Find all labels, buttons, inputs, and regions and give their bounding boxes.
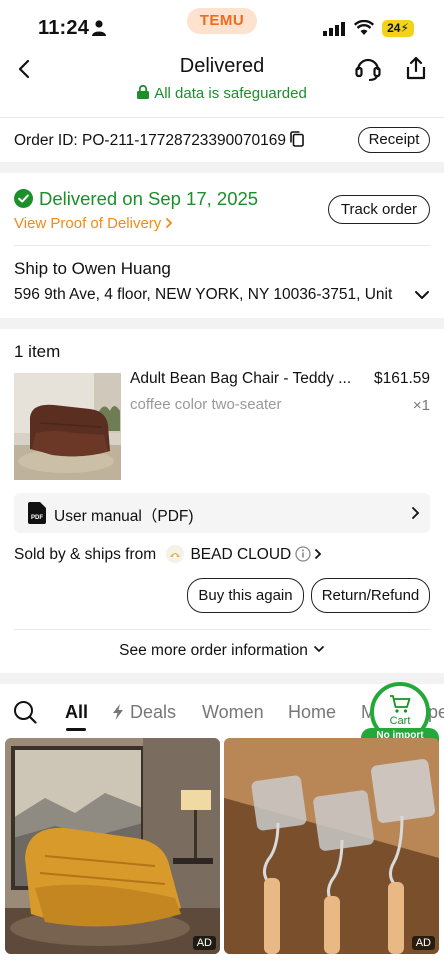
product-variant: coffee color two-seater [130, 396, 282, 413]
chevron-down-icon [313, 645, 324, 653]
chevron-right-icon [412, 507, 420, 519]
item-count: 1 item [14, 342, 61, 361]
product-card[interactable]: AD [5, 738, 220, 954]
proof-link-text: View Proof of Delivery [14, 215, 162, 232]
store-name: BEAD CLOUD [190, 546, 292, 563]
delivery-status-text: Delivered on Sep 17, 2025 [39, 188, 259, 209]
info-icon[interactable] [295, 546, 311, 562]
status-time: 11:24 [38, 17, 90, 39]
receipt-button[interactable]: Receipt [358, 127, 430, 153]
order-id-row: Order ID: PO-211-17728723390070169 Recei… [0, 119, 444, 161]
share-icon[interactable] [403, 55, 429, 81]
safeguard-notice: All data is safeguarded [0, 85, 444, 102]
customer-service-icon[interactable] [354, 55, 382, 83]
sold-by-label: Sold by & ships from [14, 546, 157, 563]
ad-badge: AD [411, 936, 435, 950]
ship-to-name: Ship to Owen Huang [14, 259, 171, 278]
chevron-down-icon[interactable] [414, 289, 430, 301]
signal-icon [323, 22, 345, 36]
divider [0, 117, 444, 118]
active-tab-indicator [66, 728, 86, 731]
copy-icon[interactable] [290, 131, 304, 147]
tab-home[interactable]: Home [288, 702, 336, 723]
product-image-armchair [5, 738, 220, 954]
product-image-hooks [224, 738, 439, 954]
user-manual-row[interactable]: PDF User manual（PDF) [14, 493, 430, 533]
product-name[interactable]: Adult Bean Bag Chair - Teddy ... [130, 370, 364, 388]
shipping-address: 596 9th Ave, 4 floor, NEW YORK, NY 10036… [14, 286, 393, 303]
svg-text:PDF: PDF [31, 515, 43, 521]
cart-label: Cart [389, 715, 411, 727]
order-id-text: Order ID: PO-211-17728723390070169 [14, 132, 287, 149]
chevron-right-icon [315, 548, 322, 560]
divider [14, 629, 430, 630]
proof-of-delivery-link[interactable]: View Proof of Delivery [14, 215, 173, 232]
tab-pe[interactable]: pe [428, 702, 444, 723]
top-nav: Delivered All data is safeguarded [0, 50, 444, 118]
wifi-icon [354, 20, 374, 35]
product-quantity: ×1 [412, 397, 430, 414]
more-info-text: See more order information [119, 642, 308, 659]
section-gap [0, 318, 444, 329]
section-gap [0, 673, 444, 684]
tab-women[interactable]: Women [202, 702, 264, 723]
order-id: Order ID: PO-211-17728723390070169 [14, 131, 304, 150]
more-order-info-link[interactable]: See more order information [0, 642, 444, 660]
lock-icon [137, 85, 150, 99]
user-manual-label: User manual（PDF) [54, 508, 194, 525]
chevron-right-icon [166, 217, 173, 229]
person-icon [92, 20, 106, 36]
status-bar: 11:24 TEMU 24⚡ [0, 0, 444, 50]
divider [14, 245, 430, 246]
track-order-button[interactable]: Track order [328, 195, 430, 224]
pdf-file-icon: PDF [28, 502, 46, 524]
section-gap [0, 162, 444, 173]
temu-logo: TEMU [187, 8, 257, 34]
store-logo-icon [166, 545, 185, 563]
search-icon[interactable] [13, 700, 37, 724]
product-thumbnail[interactable] [14, 373, 121, 480]
cart-icon [390, 695, 411, 713]
battery-indicator: 24⚡ [382, 20, 414, 37]
tab-deals[interactable]: Deals [112, 702, 176, 723]
delivery-status: Delivered on Sep 17, 2025 [14, 188, 258, 210]
seller-row[interactable]: Sold by & ships from BEAD CLOUD [14, 545, 322, 564]
check-circle-icon [14, 189, 33, 208]
tab-all[interactable]: All [65, 702, 88, 723]
safeguard-text: All data is safeguarded [154, 85, 307, 102]
buy-again-button[interactable]: Buy this again [187, 578, 304, 613]
return-refund-button[interactable]: Return/Refund [311, 578, 430, 613]
product-card[interactable]: AD [224, 738, 439, 954]
product-price: $161.59 [373, 370, 430, 387]
ad-badge: AD [192, 936, 216, 950]
lightning-icon [113, 704, 123, 720]
tab-deals-label: Deals [130, 702, 177, 722]
